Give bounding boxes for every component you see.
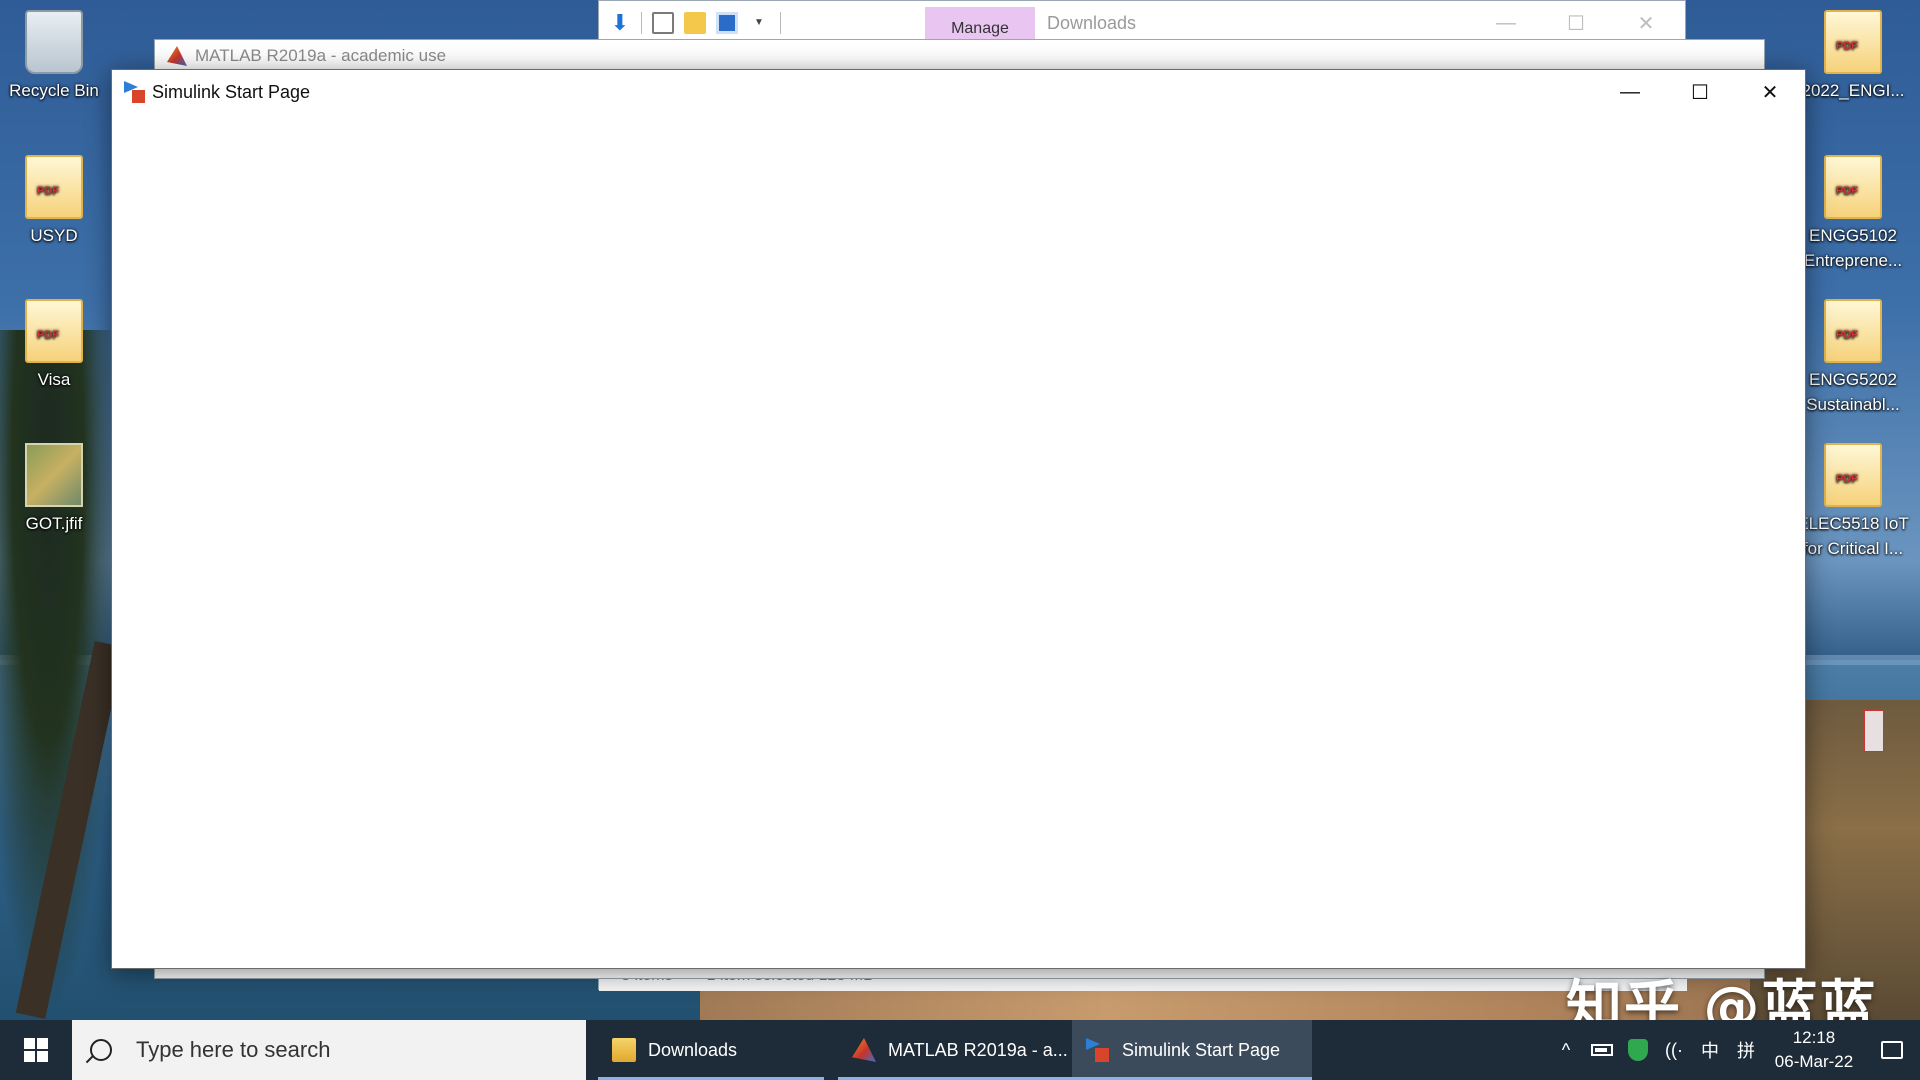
pdf-file-icon: [25, 299, 83, 363]
chevron-up-icon[interactable]: ^: [1548, 1020, 1584, 1080]
simulink-icon: [124, 81, 146, 103]
desktop-icon-label-line2: Sustainabl...: [1806, 395, 1900, 414]
simulink-icon: [1086, 1038, 1110, 1062]
matlab-icon: [167, 46, 187, 66]
downloads-window-title: Downloads: [1047, 13, 1137, 33]
clock-date: 06-Mar-22: [1774, 1052, 1854, 1071]
taskbar-clock[interactable]: 12:18 06-Mar-22: [1764, 1026, 1864, 1074]
toolbar-separator: [641, 11, 642, 34]
simulink-window-controls: — ☐ ✕: [1595, 70, 1805, 114]
desktop-icon-recycle-bin[interactable]: Recycle Bin: [0, 10, 108, 103]
recycle-bin-icon: [25, 10, 83, 74]
start-button[interactable]: [0, 1020, 72, 1080]
pdf-file-icon: [1824, 10, 1882, 74]
close-button[interactable]: ✕: [1735, 70, 1805, 114]
pdf-file-icon: [1824, 155, 1882, 219]
chevron-down-icon[interactable]: ▼: [748, 12, 770, 34]
desktop-icon-engg5102[interactable]: ENGG5102 Entreprene...: [1794, 155, 1912, 273]
taskbar-item-label: Simulink Start Page: [1122, 1039, 1281, 1060]
desktop-icon-label: GOT.jfif: [25, 514, 83, 533]
ime-language-indicator[interactable]: 中: [1692, 1020, 1728, 1080]
downloads-window-controls: — ☐ ✕: [1471, 7, 1681, 39]
desktop-icon-usyd[interactable]: USYD: [0, 155, 108, 248]
simulink-titlebar[interactable]: Simulink Start Page — ☐ ✕: [112, 70, 1805, 114]
minimize-button[interactable]: —: [1595, 70, 1665, 114]
desktop-icon-engg5202[interactable]: ENGG5202 Sustainabl...: [1794, 299, 1912, 417]
pdf-file-icon: [25, 155, 83, 219]
desktop-icon-label-line2: for Critical I...: [1802, 539, 1904, 558]
minimize-button[interactable]: —: [1471, 7, 1541, 39]
desktop-icon-label: USYD: [30, 226, 78, 245]
pdf-file-icon: [1824, 443, 1882, 507]
new-folder-icon[interactable]: [684, 11, 706, 34]
download-arrow-icon[interactable]: ⬇: [609, 11, 631, 34]
desktop-icon-label: Visa: [37, 370, 71, 389]
matlab-titlebar[interactable]: MATLAB R2019a - academic use: [155, 40, 1764, 72]
desktop-icon-label-line2: Entreprene...: [1803, 251, 1903, 270]
taskbar-search-box[interactable]: Type here to search: [72, 1020, 586, 1080]
desktop-icon-label: ELEC5518 IoT: [1797, 514, 1909, 533]
search-icon: [90, 1039, 112, 1061]
notification-icon: [1881, 1041, 1903, 1059]
taskbar: Type here to search Downloads MATLAB R20…: [0, 1020, 1920, 1080]
desktop-icon-got-jfif[interactable]: GOT.jfif: [0, 443, 108, 536]
close-button[interactable]: ✕: [1611, 7, 1681, 39]
taskbar-item-label: MATLAB R2019a - a...: [888, 1039, 1068, 1060]
properties-check-icon[interactable]: [652, 11, 674, 34]
ime-mode-indicator[interactable]: 拼: [1728, 1020, 1764, 1080]
toolbar-separator: [780, 11, 781, 34]
simulink-content-area: [112, 114, 1805, 968]
maximize-button[interactable]: ☐: [1541, 7, 1611, 39]
search-placeholder: Type here to search: [136, 1037, 331, 1062]
desktop-icon-visa[interactable]: Visa: [0, 299, 108, 392]
desktop-icon-label: 2022_ENGI...: [1801, 81, 1905, 100]
taskbar-item-label: Downloads: [648, 1039, 738, 1060]
security-shield-icon[interactable]: [1620, 1020, 1656, 1080]
windows-logo-icon: [24, 1038, 48, 1062]
battery-icon[interactable]: [1584, 1020, 1620, 1080]
folder-icon: [612, 1038, 636, 1062]
taskbar-item-matlab[interactable]: MATLAB R2019a - a...: [838, 1020, 1072, 1080]
simulink-window-title: Simulink Start Page: [152, 81, 311, 102]
taskbar-item-simulink[interactable]: Simulink Start Page: [1072, 1020, 1312, 1080]
matlab-window-title: MATLAB R2019a - academic use: [195, 46, 447, 65]
wallpaper-flag: [1864, 710, 1884, 752]
notification-center-button[interactable]: [1864, 1020, 1920, 1080]
desktop-icon-label: ENGG5102: [1809, 226, 1897, 245]
view-pane-icon[interactable]: [716, 11, 738, 34]
system-tray: ^ ((· 中 拼 12:18 06-Mar-22: [1548, 1020, 1920, 1080]
simulink-start-window[interactable]: Simulink Start Page — ☐ ✕: [111, 69, 1806, 969]
matlab-icon: [852, 1038, 876, 1062]
image-file-icon: [25, 443, 83, 507]
taskbar-item-downloads[interactable]: Downloads: [598, 1020, 824, 1080]
pdf-file-icon: [1824, 299, 1882, 363]
desktop-icon-label: ENGG5202: [1809, 370, 1897, 389]
desktop-icon-label: Recycle Bin: [9, 81, 99, 100]
clock-time: 12:18: [1792, 1028, 1836, 1047]
wifi-icon[interactable]: ((·: [1656, 1020, 1692, 1080]
desktop-icon-2022-engi[interactable]: 2022_ENGI...: [1794, 10, 1912, 103]
maximize-button[interactable]: ☐: [1665, 70, 1735, 114]
desktop-icon-elec5518[interactable]: ELEC5518 IoT for Critical I...: [1794, 443, 1912, 561]
